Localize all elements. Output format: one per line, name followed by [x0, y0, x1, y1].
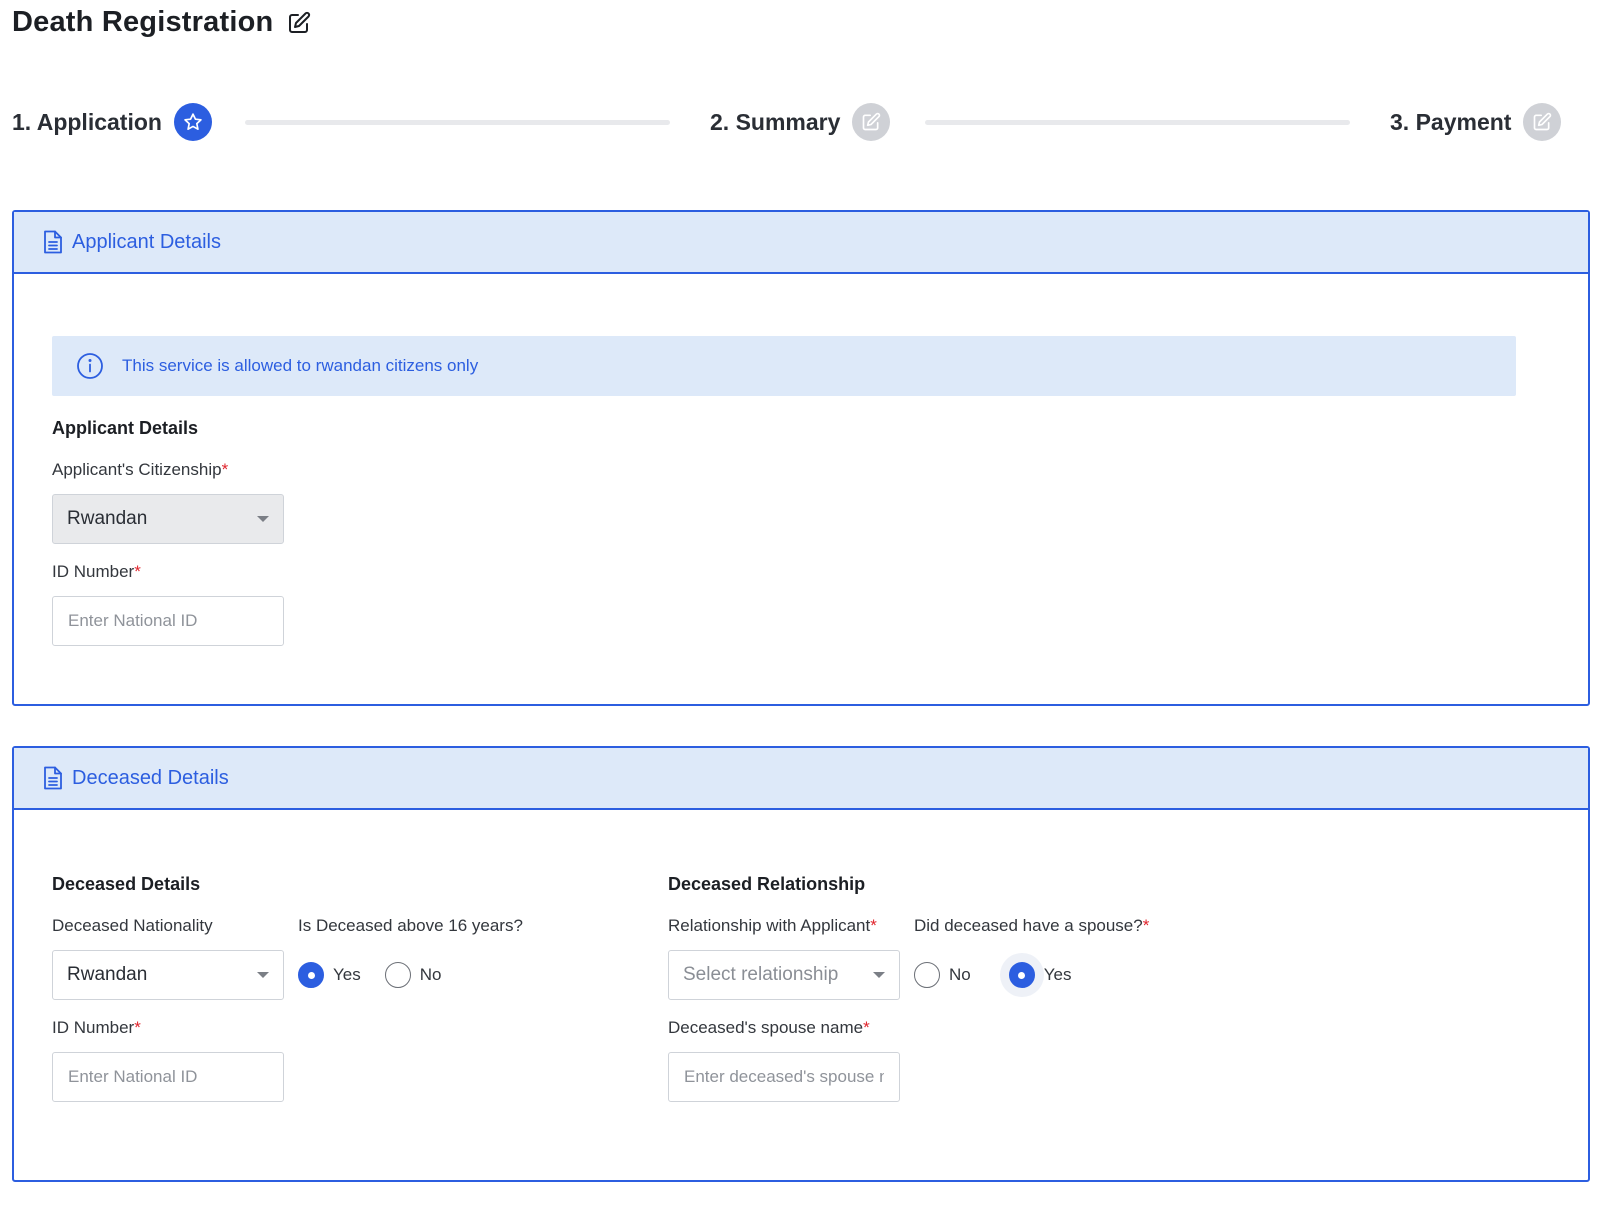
required-mark: *: [134, 562, 141, 581]
step-label: 1. Application: [12, 108, 162, 135]
stepper: 1. Application 2. Summary 3. Payment: [12, 102, 1590, 142]
select-placeholder: Select relationship: [683, 964, 839, 985]
applicant-details-panel: Applicant Details This service is allowe…: [12, 210, 1590, 706]
select-value: Rwandan: [67, 508, 148, 529]
star-icon: [173, 103, 212, 141]
deceased-id-label: ID Number*: [52, 1018, 141, 1038]
info-icon: [76, 352, 104, 380]
id-number-label: ID Number*: [52, 562, 141, 582]
radio-label: No: [419, 965, 442, 984]
label-text: Applicant's Citizenship: [52, 460, 222, 479]
applicant-id-input[interactable]: [52, 596, 284, 646]
radio-label: No: [949, 965, 971, 984]
radio-no[interactable]: No: [914, 962, 971, 988]
panel-title: Deceased Details: [72, 766, 229, 789]
panel-header: Applicant Details: [14, 212, 1588, 274]
label-text: Deceased's spouse name: [668, 1018, 864, 1037]
nationality-label: Deceased Nationality: [52, 916, 213, 935]
panel-header: Deceased Details: [14, 748, 1588, 810]
step-label: 3. Payment: [1390, 108, 1512, 135]
select-value: Rwandan: [67, 964, 148, 985]
step-summary[interactable]: 2. Summary: [710, 102, 891, 142]
radio-yes[interactable]: Yes: [1008, 962, 1072, 988]
radio-button[interactable]: [914, 962, 940, 988]
info-alert: This service is allowed to rwandan citiz…: [52, 336, 1516, 396]
section-title: Deceased Details: [52, 874, 201, 894]
label-text: ID Number: [52, 1018, 135, 1037]
caret-down-icon: [873, 972, 885, 978]
step-connector: [925, 120, 1350, 125]
radio-button[interactable]: [298, 962, 324, 988]
radio-button[interactable]: [384, 962, 411, 988]
section-title: Deceased Relationship: [668, 874, 866, 894]
above16-label: Is Deceased above 16 years?: [298, 916, 523, 935]
edit-icon: [852, 103, 891, 141]
citizenship-select[interactable]: Rwandan: [52, 494, 284, 544]
section-title: Applicant Details: [52, 418, 199, 438]
panel-title: Applicant Details: [72, 230, 221, 253]
radio-no[interactable]: No: [384, 962, 442, 988]
document-icon: [42, 230, 64, 254]
nationality-select[interactable]: Rwandan: [52, 950, 284, 1000]
caret-down-icon: [257, 972, 269, 978]
edit-icon: [1523, 103, 1562, 141]
step-label: 2. Summary: [710, 108, 841, 135]
required-mark: *: [134, 1018, 141, 1037]
label-text: Relationship with Applicant: [668, 916, 871, 935]
required-mark: *: [863, 1018, 870, 1037]
caret-down-icon: [257, 516, 269, 522]
alert-text: This service is allowed to rwandan citiz…: [122, 356, 479, 375]
step-connector: [245, 120, 670, 125]
above16-radio-group: Yes No: [298, 960, 465, 990]
edit-icon[interactable]: [287, 11, 311, 35]
required-mark: *: [870, 916, 877, 935]
page-title: Death Registration: [12, 6, 274, 38]
label-text: ID Number: [52, 562, 135, 581]
label-text: Did deceased have a spouse?: [914, 916, 1143, 935]
step-application[interactable]: 1. Application: [12, 102, 212, 142]
step-payment[interactable]: 3. Payment: [1390, 102, 1562, 142]
required-mark: *: [1142, 916, 1150, 935]
spouse-name-input[interactable]: [668, 1052, 900, 1102]
spouse-name-label: Deceased's spouse name*: [668, 1018, 870, 1038]
radio-yes[interactable]: Yes: [298, 962, 361, 988]
spouse-radio-group: No Yes: [914, 960, 1095, 990]
relationship-label: Relationship with Applicant*: [668, 916, 877, 936]
page-header: Death Registration: [12, 6, 311, 39]
spouse-label: Did deceased have a spouse?*: [914, 916, 1149, 936]
radio-button[interactable]: [1008, 962, 1035, 988]
deceased-details-panel: Deceased Details Deceased Details Deceas…: [12, 746, 1590, 1182]
deceased-id-input[interactable]: [52, 1052, 284, 1102]
relationship-select[interactable]: Select relationship: [668, 950, 900, 1000]
radio-label: Yes: [1043, 965, 1072, 984]
required-mark: *: [221, 460, 229, 479]
citizenship-label: Applicant's Citizenship*: [52, 460, 228, 480]
document-icon: [42, 766, 64, 790]
radio-label: Yes: [333, 965, 361, 984]
